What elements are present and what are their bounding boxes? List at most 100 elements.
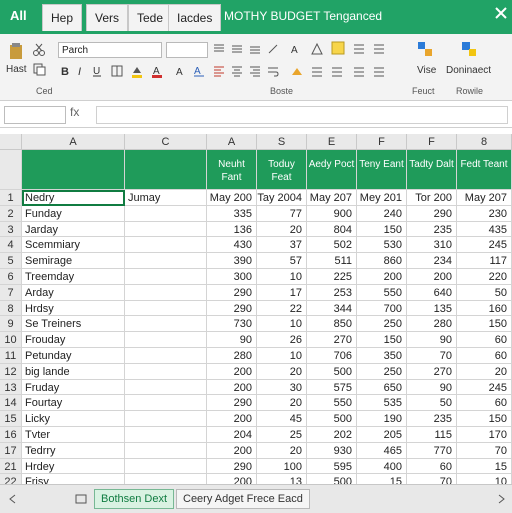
value-cell[interactable]: 235: [407, 221, 457, 238]
select-all-corner[interactable]: [0, 134, 22, 150]
row-label[interactable]: Arday: [22, 284, 125, 301]
value-cell[interactable]: 502: [307, 237, 357, 254]
row-number[interactable]: 11: [0, 348, 22, 364]
font-color-icon[interactable]: A: [150, 64, 164, 78]
value-cell[interactable]: 280: [207, 348, 257, 364]
format-painter-icon[interactable]: [290, 64, 304, 78]
column-title[interactable]: Neuht Fant: [207, 150, 257, 190]
fill-color-icon[interactable]: [130, 64, 144, 78]
value-cell[interactable]: 235: [407, 411, 457, 427]
column-title[interactable]: [125, 150, 207, 190]
value-cell[interactable]: 90: [207, 332, 257, 348]
value-cell[interactable]: 511: [307, 253, 357, 269]
value-cell[interactable]: 344: [307, 300, 357, 317]
row-number[interactable]: 8: [0, 300, 22, 317]
value-cell[interactable]: 804: [307, 221, 357, 238]
value-cell[interactable]: 430: [207, 237, 257, 254]
note-cell[interactable]: [125, 379, 207, 396]
value-cell[interactable]: 640: [407, 284, 457, 301]
note-cell[interactable]: [125, 269, 207, 285]
value-cell[interactable]: 700: [357, 300, 407, 317]
note-cell[interactable]: [125, 253, 207, 269]
value-cell[interactable]: 10: [257, 316, 307, 333]
value-cell[interactable]: 310: [407, 237, 457, 254]
font-name-dropdown[interactable]: Parch: [58, 42, 162, 58]
align-top-icon[interactable]: [212, 42, 226, 56]
row-number[interactable]: 14: [0, 395, 22, 412]
font-color-dropdown-icon[interactable]: A: [192, 64, 206, 78]
column-header[interactable]: 8: [457, 134, 512, 150]
format-icon[interactable]: [352, 64, 366, 78]
row-number[interactable]: 6: [0, 269, 22, 285]
conditional-format-icon[interactable]: [330, 40, 346, 56]
value-cell[interactable]: 240: [357, 205, 407, 222]
function-icon[interactable]: fx: [70, 105, 88, 123]
value-cell[interactable]: 150: [457, 316, 512, 333]
font-size-dropdown[interactable]: [166, 42, 208, 58]
row-number[interactable]: 2: [0, 205, 22, 222]
value-cell[interactable]: 150: [357, 332, 407, 348]
value-cell[interactable]: 730: [207, 316, 257, 333]
format-table-icon[interactable]: [372, 42, 386, 56]
close-icon[interactable]: [494, 6, 508, 20]
row-label[interactable]: Jarday: [22, 221, 125, 238]
value-cell[interactable]: 200: [407, 269, 457, 285]
dominant-icon[interactable]: [460, 40, 478, 58]
value-cell[interactable]: 20: [457, 363, 512, 380]
value-cell[interactable]: 245: [457, 237, 512, 254]
value-cell[interactable]: 650: [357, 379, 407, 396]
value-cell[interactable]: 25: [257, 427, 307, 443]
value-cell[interactable]: 57: [257, 253, 307, 269]
value-cell[interactable]: 900: [307, 205, 357, 222]
column-title[interactable]: Tadty Dalt: [407, 150, 457, 190]
value-cell[interactable]: May 207: [457, 190, 512, 206]
value-cell[interactable]: 20: [257, 221, 307, 238]
column-title[interactable]: Teny Eant: [357, 150, 407, 190]
note-cell[interactable]: [125, 395, 207, 412]
note-cell[interactable]: [125, 458, 207, 475]
value-cell[interactable]: 500: [307, 363, 357, 380]
note-cell[interactable]: [125, 300, 207, 317]
bold-icon[interactable]: B: [58, 64, 72, 78]
underline-icon[interactable]: U: [90, 64, 104, 78]
note-cell[interactable]: [125, 363, 207, 380]
column-title[interactable]: Toduy Feat: [257, 150, 307, 190]
value-cell[interactable]: May 207: [307, 190, 357, 206]
value-cell[interactable]: Tor 200: [407, 190, 457, 206]
note-cell[interactable]: [125, 442, 207, 459]
value-cell[interactable]: 205: [357, 427, 407, 443]
note-cell[interactable]: [125, 348, 207, 364]
value-cell[interactable]: 550: [307, 395, 357, 412]
copy-icon[interactable]: [32, 62, 46, 76]
value-cell[interactable]: 15: [457, 458, 512, 475]
value-cell[interactable]: 20: [257, 363, 307, 380]
column-header[interactable]: F: [357, 134, 407, 150]
row-label[interactable]: Semirage: [22, 253, 125, 269]
align-right-icon[interactable]: [248, 64, 262, 78]
value-cell[interactable]: 200: [207, 442, 257, 459]
value-cell[interactable]: 60: [457, 348, 512, 364]
value-cell[interactable]: 90: [407, 332, 457, 348]
value-cell[interactable]: 245: [457, 379, 512, 396]
value-cell[interactable]: Tay 2004: [257, 190, 307, 206]
note-cell[interactable]: [125, 284, 207, 301]
value-cell[interactable]: 200: [207, 411, 257, 427]
orientation-icon[interactable]: [266, 42, 280, 56]
value-cell[interactable]: 230: [457, 205, 512, 222]
value-cell[interactable]: 270: [307, 332, 357, 348]
value-cell[interactable]: 20: [257, 442, 307, 459]
name-box[interactable]: [4, 106, 66, 124]
value-cell[interactable]: 26: [257, 332, 307, 348]
value-cell[interactable]: 575: [307, 379, 357, 396]
value-cell[interactable]: 250: [357, 363, 407, 380]
number-format-icon[interactable]: A: [290, 42, 304, 56]
value-cell[interactable]: 70: [457, 442, 512, 459]
row-number[interactable]: 17: [0, 442, 22, 459]
value-cell[interactable]: Mey 201: [357, 190, 407, 206]
italic-icon[interactable]: I: [74, 64, 88, 78]
column-header[interactable]: A: [22, 134, 125, 150]
align-center-icon[interactable]: [230, 64, 244, 78]
row-label[interactable]: Hrdey: [22, 458, 125, 475]
value-cell[interactable]: 435: [457, 221, 512, 238]
value-cell[interactable]: 45: [257, 411, 307, 427]
